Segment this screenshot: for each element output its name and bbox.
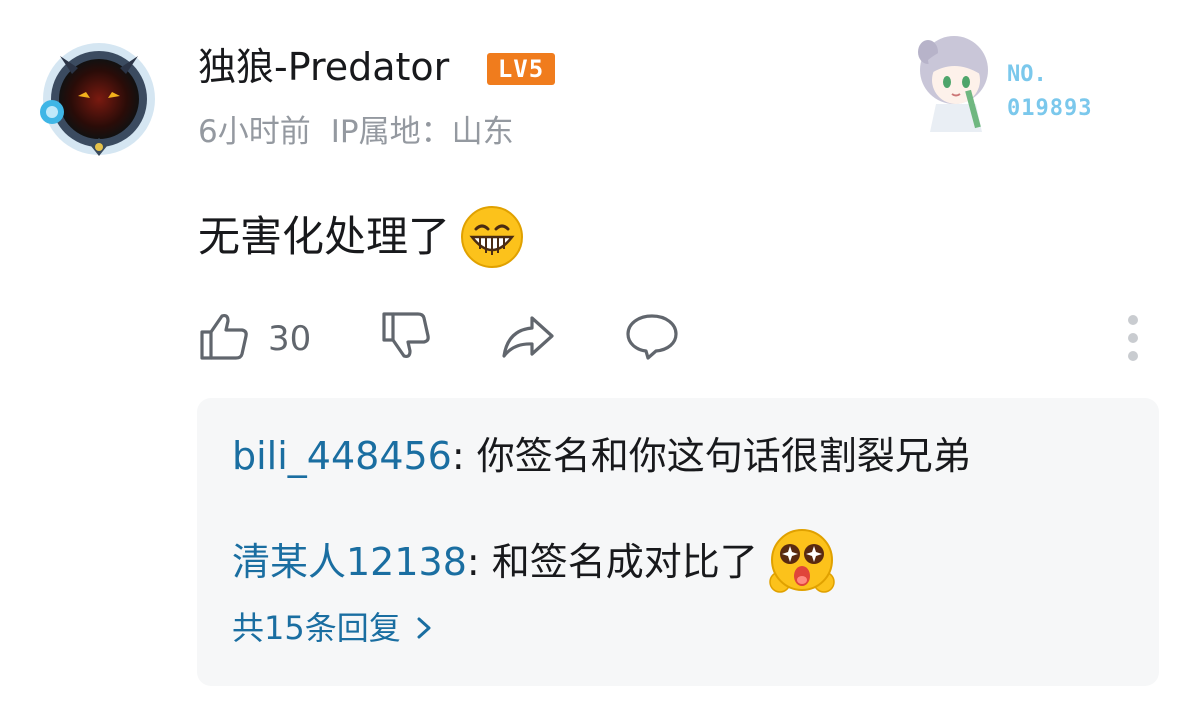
reply-item[interactable]: bili_448456: 你签名和你这句话很割裂兄弟 bbox=[232, 430, 971, 482]
share-icon bbox=[502, 316, 554, 358]
comment-text: 无害化处理了 bbox=[198, 212, 451, 261]
chevron-right-icon bbox=[417, 617, 431, 639]
level-badge: LV5 bbox=[487, 53, 555, 85]
reply-button[interactable] bbox=[624, 308, 680, 364]
comment-bubble-icon bbox=[626, 314, 678, 360]
fan-badge-number: 019893 bbox=[1007, 96, 1093, 121]
reply-username[interactable]: 清某人12138 bbox=[232, 536, 467, 588]
comment-meta: 6小时前 IP属地：山东 bbox=[198, 110, 514, 154]
more-vertical-icon bbox=[1128, 315, 1138, 361]
username[interactable]: 独狼-Predator bbox=[198, 42, 449, 92]
reply-text: : 和签名成对比了 bbox=[466, 540, 758, 584]
comment-content: 无害化处理了 bbox=[198, 205, 524, 269]
thumbs-down-icon bbox=[382, 312, 430, 359]
reply-text: : 你签名和你这句话很割裂兄弟 bbox=[451, 434, 971, 478]
user-avatar[interactable] bbox=[38, 38, 160, 160]
view-all-replies-label: 共15条回复 bbox=[232, 609, 401, 647]
like-button[interactable] bbox=[198, 308, 250, 364]
comment-time: 6小时前 bbox=[198, 114, 311, 150]
share-button[interactable] bbox=[500, 308, 556, 364]
reply-item[interactable]: 清某人12138: 和签名成对比了 bbox=[232, 526, 838, 598]
thumbs-up-icon bbox=[200, 313, 248, 360]
view-all-replies-link[interactable]: 共15条回复 bbox=[232, 604, 435, 652]
ip-location: IP属地：山东 bbox=[330, 114, 514, 150]
fan-badge-label: NO. bbox=[1007, 62, 1047, 87]
star-eyes-emoji bbox=[769, 529, 835, 593]
dislike-button[interactable] bbox=[380, 308, 432, 364]
more-options-button[interactable] bbox=[1118, 312, 1148, 364]
like-count: 30 bbox=[268, 319, 312, 359]
reply-username[interactable]: bili_448456 bbox=[232, 430, 452, 482]
grinning-face-emoji bbox=[461, 206, 524, 268]
